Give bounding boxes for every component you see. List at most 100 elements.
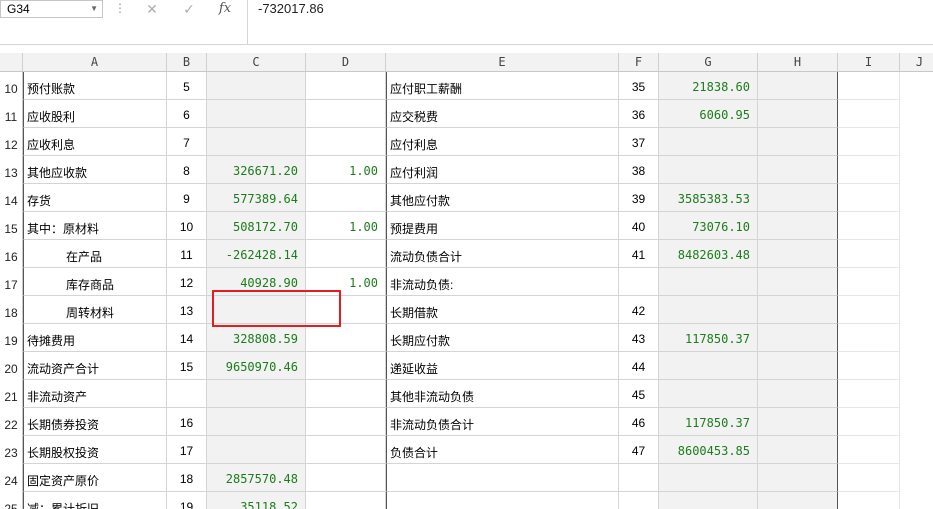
cell-d-row-24[interactable] bbox=[306, 464, 386, 492]
cell-h-row-17[interactable] bbox=[758, 268, 838, 296]
row-header-21[interactable]: 21 bbox=[0, 380, 23, 408]
cell-f-row-22[interactable]: 46 bbox=[619, 408, 659, 436]
row-header-11[interactable]: 11 bbox=[0, 100, 23, 128]
cell-d-row-10[interactable] bbox=[306, 72, 386, 100]
cell-d-row-21[interactable] bbox=[306, 380, 386, 408]
cell-b-row-12[interactable]: 7 bbox=[167, 128, 207, 156]
cell-e-row-14[interactable]: 其他应付款 bbox=[386, 184, 619, 212]
cell-i-row-15[interactable] bbox=[838, 212, 900, 240]
cell-a-row-10[interactable]: 预付账款 bbox=[23, 72, 167, 100]
cell-a-row-12[interactable]: 应收利息 bbox=[23, 128, 167, 156]
cell-c-row-22[interactable] bbox=[207, 408, 306, 436]
row-header-24[interactable]: 24 bbox=[0, 464, 23, 492]
cell-f-row-13[interactable]: 38 bbox=[619, 156, 659, 184]
formula-input[interactable]: -732017.86 bbox=[258, 1, 324, 16]
row-header-23[interactable]: 23 bbox=[0, 436, 23, 464]
row-header-10[interactable]: 10 bbox=[0, 72, 23, 100]
cell-f-row-25[interactable] bbox=[619, 492, 659, 509]
row-header-14[interactable]: 14 bbox=[0, 184, 23, 212]
cell-d-row-23[interactable] bbox=[306, 436, 386, 464]
cell-g-row-17[interactable] bbox=[659, 268, 758, 296]
column-header-d[interactable]: D bbox=[306, 53, 386, 72]
cell-e-row-21[interactable]: 其他非流动负债 bbox=[386, 380, 619, 408]
cell-g-row-25[interactable] bbox=[659, 492, 758, 509]
cell-g-row-14[interactable]: 3585383.53 bbox=[659, 184, 758, 212]
cell-a-row-11[interactable]: 应收股利 bbox=[23, 100, 167, 128]
cell-a-row-23[interactable]: 长期股权投资 bbox=[23, 436, 167, 464]
cell-a-row-13[interactable]: 其他应收款 bbox=[23, 156, 167, 184]
cell-d-row-13[interactable]: 1.00 bbox=[306, 156, 386, 184]
cell-c-row-23[interactable] bbox=[207, 436, 306, 464]
cell-d-row-16[interactable] bbox=[306, 240, 386, 268]
cell-a-row-20[interactable]: 流动资产合计 bbox=[23, 352, 167, 380]
cell-a-row-17[interactable]: 库存商品 bbox=[23, 268, 167, 296]
cell-b-row-16[interactable]: 11 bbox=[167, 240, 207, 268]
column-header-c[interactable]: C bbox=[207, 53, 306, 72]
row-header-19[interactable]: 19 bbox=[0, 324, 23, 352]
cell-i-row-11[interactable] bbox=[838, 100, 900, 128]
cell-h-row-23[interactable] bbox=[758, 436, 838, 464]
select-all-corner[interactable] bbox=[0, 53, 23, 72]
cell-c-row-13[interactable]: 326671.20 bbox=[207, 156, 306, 184]
cell-i-row-12[interactable] bbox=[838, 128, 900, 156]
cell-e-row-24[interactable] bbox=[386, 464, 619, 492]
column-header-a[interactable]: A bbox=[23, 53, 167, 72]
cell-i-row-14[interactable] bbox=[838, 184, 900, 212]
cancel-icon[interactable]: ✕ bbox=[141, 0, 163, 18]
cell-g-row-20[interactable] bbox=[659, 352, 758, 380]
cell-b-row-25[interactable]: 19 bbox=[167, 492, 207, 509]
cell-b-row-13[interactable]: 8 bbox=[167, 156, 207, 184]
cell-a-row-16[interactable]: 在产品 bbox=[23, 240, 167, 268]
cell-i-row-25[interactable] bbox=[838, 492, 900, 509]
cell-d-row-12[interactable] bbox=[306, 128, 386, 156]
cell-c-row-10[interactable] bbox=[207, 72, 306, 100]
cell-g-row-18[interactable] bbox=[659, 296, 758, 324]
cell-e-row-12[interactable]: 应付利息 bbox=[386, 128, 619, 156]
cell-f-row-10[interactable]: 35 bbox=[619, 72, 659, 100]
row-header-12[interactable]: 12 bbox=[0, 128, 23, 156]
cell-b-row-15[interactable]: 10 bbox=[167, 212, 207, 240]
column-header-h[interactable]: H bbox=[758, 53, 838, 72]
cell-f-row-16[interactable]: 41 bbox=[619, 240, 659, 268]
cell-e-row-15[interactable]: 预提费用 bbox=[386, 212, 619, 240]
cell-e-row-20[interactable]: 递延收益 bbox=[386, 352, 619, 380]
cell-f-row-23[interactable]: 47 bbox=[619, 436, 659, 464]
cell-g-row-12[interactable] bbox=[659, 128, 758, 156]
cell-d-row-14[interactable] bbox=[306, 184, 386, 212]
cell-f-row-19[interactable]: 43 bbox=[619, 324, 659, 352]
cell-i-row-13[interactable] bbox=[838, 156, 900, 184]
cell-f-row-17[interactable] bbox=[619, 268, 659, 296]
cell-g-row-13[interactable] bbox=[659, 156, 758, 184]
cell-b-row-17[interactable]: 12 bbox=[167, 268, 207, 296]
cell-b-row-20[interactable]: 15 bbox=[167, 352, 207, 380]
cell-e-row-17[interactable]: 非流动负债: bbox=[386, 268, 619, 296]
cell-h-row-11[interactable] bbox=[758, 100, 838, 128]
cell-i-row-23[interactable] bbox=[838, 436, 900, 464]
cell-e-row-10[interactable]: 应付职工薪酬 bbox=[386, 72, 619, 100]
cell-i-row-10[interactable] bbox=[838, 72, 900, 100]
cell-c-row-16[interactable]: -262428.14 bbox=[207, 240, 306, 268]
cell-g-row-11[interactable]: 6060.95 bbox=[659, 100, 758, 128]
cell-e-row-18[interactable]: 长期借款 bbox=[386, 296, 619, 324]
column-header-f[interactable]: F bbox=[619, 53, 659, 72]
row-header-17[interactable]: 17 bbox=[0, 268, 23, 296]
cell-i-row-24[interactable] bbox=[838, 464, 900, 492]
cell-f-row-12[interactable]: 37 bbox=[619, 128, 659, 156]
cell-h-row-10[interactable] bbox=[758, 72, 838, 100]
cell-h-row-21[interactable] bbox=[758, 380, 838, 408]
row-header-20[interactable]: 20 bbox=[0, 352, 23, 380]
cell-e-row-25[interactable] bbox=[386, 492, 619, 509]
cell-e-row-13[interactable]: 应付利润 bbox=[386, 156, 619, 184]
cell-c-row-12[interactable] bbox=[207, 128, 306, 156]
cell-g-row-21[interactable] bbox=[659, 380, 758, 408]
cell-f-row-14[interactable]: 39 bbox=[619, 184, 659, 212]
row-header-18[interactable]: 18 bbox=[0, 296, 23, 324]
cell-i-row-21[interactable] bbox=[838, 380, 900, 408]
cell-h-row-24[interactable] bbox=[758, 464, 838, 492]
column-header-i[interactable]: I bbox=[838, 53, 900, 72]
cell-i-row-19[interactable] bbox=[838, 324, 900, 352]
cell-a-row-25[interactable]: 减：累计折旧 bbox=[23, 492, 167, 509]
cell-a-row-19[interactable]: 待摊费用 bbox=[23, 324, 167, 352]
cell-b-row-14[interactable]: 9 bbox=[167, 184, 207, 212]
cell-e-row-19[interactable]: 长期应付款 bbox=[386, 324, 619, 352]
